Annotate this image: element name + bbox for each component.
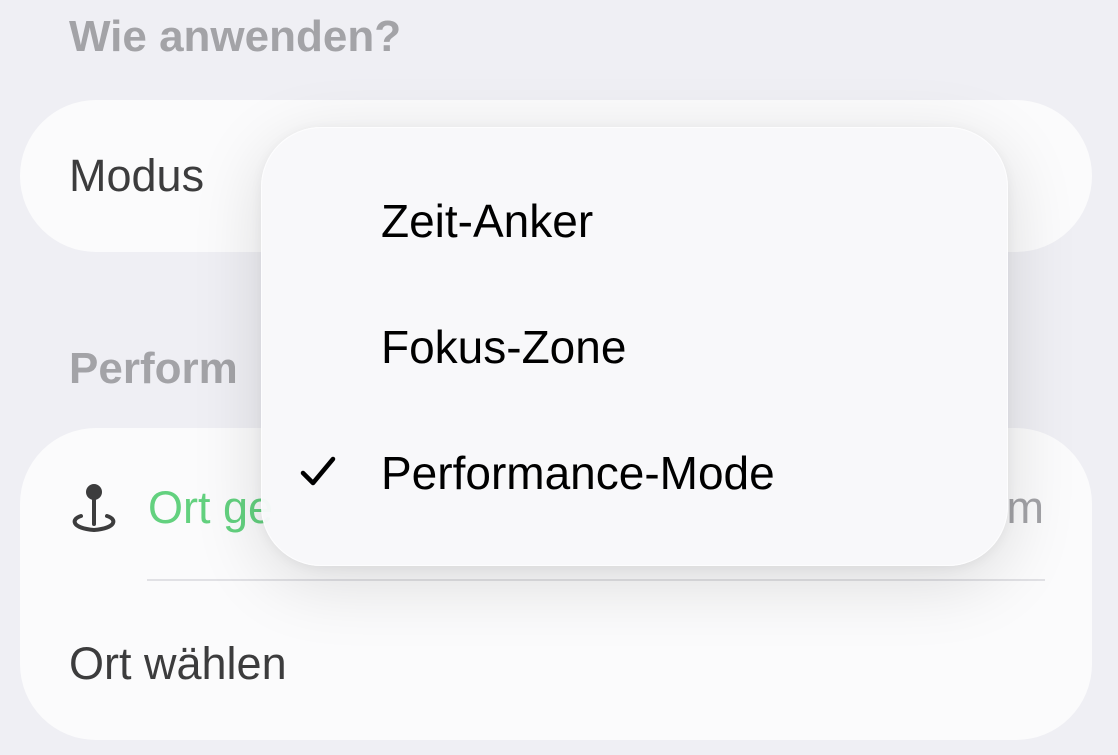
current-location-value: m [1006, 482, 1045, 533]
section-header-performance: Perform [69, 344, 238, 393]
checkmark-icon [300, 456, 336, 486]
section-header-apply: Wie anwenden? [69, 12, 402, 61]
location-pin-icon [72, 484, 116, 533]
menu-item-zeit-anker[interactable]: Zeit-Anker [262, 158, 1007, 284]
menu-item-label: Performance-Mode [381, 447, 775, 499]
mode-dropdown-menu: Zeit-Anker Fokus-Zone Performance-Mode [261, 127, 1008, 566]
mode-label: Modus [69, 150, 205, 201]
menu-item-label: Fokus-Zone [381, 321, 627, 373]
choose-place-button[interactable]: Ort wählen [69, 638, 287, 690]
row-divider [147, 579, 1045, 581]
current-location-label: Ort ge [148, 482, 274, 533]
menu-item-label: Zeit-Anker [381, 195, 594, 247]
menu-item-fokus-zone[interactable]: Fokus-Zone [262, 284, 1007, 410]
menu-item-performance-mode[interactable]: Performance-Mode [262, 410, 1007, 536]
